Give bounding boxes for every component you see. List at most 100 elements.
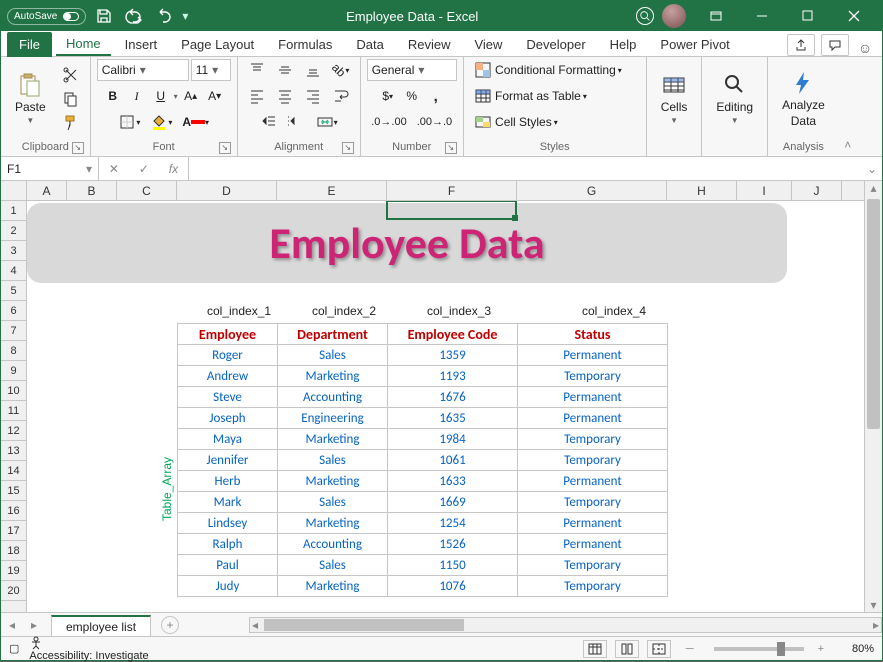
scroll-thumb[interactable] (264, 619, 464, 631)
align-bottom[interactable] (300, 59, 326, 81)
tab-file[interactable]: File (7, 32, 52, 57)
slider-thumb[interactable] (777, 642, 785, 656)
col-header[interactable]: B (67, 181, 117, 200)
table-cell[interactable]: 1676 (388, 387, 518, 408)
row-header[interactable]: 13 (1, 441, 26, 461)
table-cell[interactable]: 1359 (388, 345, 518, 366)
redo-button[interactable] (152, 4, 176, 28)
table-header[interactable]: Department (278, 324, 388, 345)
table-cell[interactable]: Permanent (518, 345, 668, 366)
table-cell[interactable]: Maya (178, 429, 278, 450)
wrap-text-button[interactable] (328, 85, 354, 107)
italic-button[interactable]: I (126, 85, 148, 107)
table-cell[interactable]: Permanent (518, 408, 668, 429)
col-header[interactable]: J (792, 181, 842, 200)
tab-developer[interactable]: Developer (516, 33, 595, 56)
table-row[interactable]: JenniferSales1061Temporary (178, 450, 668, 471)
table-cell[interactable]: Marketing (278, 513, 388, 534)
row-header[interactable]: 8 (1, 341, 26, 361)
table-cell[interactable]: 1193 (388, 366, 518, 387)
table-cell[interactable]: Accounting (278, 387, 388, 408)
table-row[interactable]: RalphAccounting1526Permanent (178, 534, 668, 555)
fill-color-button[interactable]: ▾ (146, 111, 176, 133)
table-row[interactable]: RogerSales1359Permanent (178, 345, 668, 366)
bold-button[interactable]: B (102, 85, 124, 107)
table-cell[interactable]: Engineering (278, 408, 388, 429)
table-cell[interactable]: Paul (178, 555, 278, 576)
table-row[interactable]: LindseyMarketing1254Permanent (178, 513, 668, 534)
table-cell[interactable]: 1669 (388, 492, 518, 513)
zoom-slider[interactable] (714, 647, 804, 651)
table-cell[interactable]: Roger (178, 345, 278, 366)
row-header[interactable]: 2 (1, 221, 26, 241)
table-cell[interactable]: Temporary (518, 492, 668, 513)
zoom-level[interactable]: 80% (834, 643, 874, 655)
row-header[interactable]: 10 (1, 381, 26, 401)
row-header[interactable]: 17 (1, 521, 26, 541)
decrease-indent[interactable] (256, 111, 282, 133)
dialog-launcher[interactable]: ↘ (72, 142, 84, 154)
col-header[interactable]: I (737, 181, 792, 200)
align-right[interactable] (300, 85, 326, 107)
table-cell[interactable]: Mark (178, 492, 278, 513)
table-row[interactable]: JosephEngineering1635Permanent (178, 408, 668, 429)
tab-scroll-right[interactable]: ▸ (23, 618, 45, 632)
table-cell[interactable]: Marketing (278, 366, 388, 387)
font-name-combo[interactable]: Calibri▾ (97, 59, 189, 81)
col-header[interactable]: A (27, 181, 67, 200)
row-header[interactable]: 12 (1, 421, 26, 441)
table-cell[interactable]: Jennifer (178, 450, 278, 471)
autosave-toggle[interactable]: AutoSave (7, 8, 86, 25)
table-cell[interactable]: Accounting (278, 534, 388, 555)
table-cell[interactable]: Sales (278, 450, 388, 471)
tab-scroll-left[interactable]: ◂ (1, 618, 23, 632)
column-headers[interactable]: ABCDEFGHIJ (27, 181, 864, 201)
increase-indent[interactable] (284, 111, 310, 133)
paste-button[interactable]: Paste ▼ (7, 70, 54, 127)
table-row[interactable]: SteveAccounting1676Permanent (178, 387, 668, 408)
row-header[interactable]: 11 (1, 401, 26, 421)
table-header[interactable]: Employee (178, 324, 278, 345)
font-size-combo[interactable]: 11▾ (191, 59, 231, 81)
table-cell[interactable]: Joseph (178, 408, 278, 429)
table-row[interactable]: PaulSales1150Temporary (178, 555, 668, 576)
comma-button[interactable]: , (425, 85, 447, 107)
table-cell[interactable]: Permanent (518, 513, 668, 534)
col-header[interactable]: C (117, 181, 177, 200)
font-color-button[interactable]: A▾ (178, 111, 213, 133)
tab-help[interactable]: Help (600, 33, 647, 56)
table-cell[interactable]: Lindsey (178, 513, 278, 534)
table-cell[interactable]: Sales (278, 345, 388, 366)
help-smiley[interactable]: ☺ (854, 40, 876, 56)
row-header[interactable]: 9 (1, 361, 26, 381)
table-row[interactable]: AndrewMarketing1193Temporary (178, 366, 668, 387)
cell-styles[interactable]: Cell Styles▾ (470, 111, 640, 133)
table-cell[interactable]: Ralph (178, 534, 278, 555)
table-cell[interactable]: Temporary (518, 429, 668, 450)
table-cell[interactable]: Marketing (278, 471, 388, 492)
view-page-layout[interactable] (615, 640, 639, 658)
table-cell[interactable]: Sales (278, 555, 388, 576)
table-row[interactable]: HerbMarketing1633Permanent (178, 471, 668, 492)
number-format-combo[interactable]: General▾ (367, 59, 457, 81)
col-header[interactable]: H (667, 181, 737, 200)
enter-formula[interactable]: ✓ (139, 162, 149, 176)
tab-data[interactable]: Data (346, 33, 393, 56)
table-cell[interactable]: Permanent (518, 534, 668, 555)
table-cell[interactable]: Temporary (518, 576, 668, 597)
view-page-break[interactable] (647, 640, 671, 658)
collapse-ribbon[interactable]: ˄ (839, 57, 857, 156)
align-top[interactable] (244, 59, 270, 81)
table-row[interactable]: MayaMarketing1984Temporary (178, 429, 668, 450)
row-header[interactable]: 20 (1, 581, 26, 601)
tab-review[interactable]: Review (398, 33, 461, 56)
table-cell[interactable]: 1061 (388, 450, 518, 471)
table-cell[interactable]: Marketing (278, 576, 388, 597)
table-cell[interactable]: Temporary (518, 555, 668, 576)
row-header[interactable]: 6 (1, 301, 26, 321)
table-cell[interactable]: Herb (178, 471, 278, 492)
decrease-decimal[interactable]: .00→.0 (413, 111, 456, 133)
table-cell[interactable]: 1254 (388, 513, 518, 534)
new-sheet-button[interactable]: + (161, 616, 179, 634)
select-all-triangle[interactable] (1, 181, 27, 201)
